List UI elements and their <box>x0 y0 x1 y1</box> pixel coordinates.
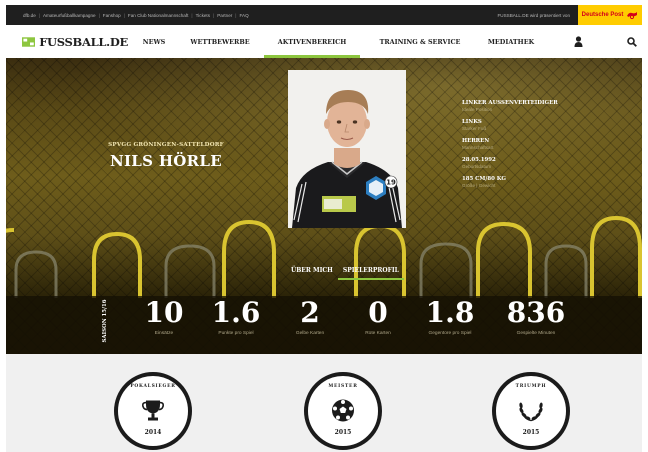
fact-label: Geburtsdatum <box>462 164 492 169</box>
player-name: NILS HÖRLE <box>109 152 222 170</box>
utility-link-campaign[interactable]: Amateurfußballkampagne <box>42 13 97 18</box>
main-navigation: FUSSBALL.DE NEWS WETTBEWERBE AKTIVENBERE… <box>6 25 642 58</box>
achievement-year: 2015 <box>522 429 540 436</box>
fact-value: 185 CM/80 KG <box>462 176 507 182</box>
trophy-icon <box>142 400 164 421</box>
season-label: SAISON 15/16 <box>98 296 112 346</box>
logo-mark-icon <box>22 36 36 47</box>
fact-value: LINKS <box>462 119 482 125</box>
stat-label: Punkte pro Spiel <box>218 331 254 336</box>
utility-bar: dfb.de | Amateurfußballkampagne | Fanshop |… <box>6 5 642 25</box>
nav-item-training-service[interactable]: TRAINING & SERVICE <box>374 25 466 58</box>
stat-value: 1.8 <box>425 296 475 329</box>
fact-value: 28.05.1992 <box>462 157 496 163</box>
fact-label: Ideale Position <box>462 107 493 112</box>
stat-points-per-game: 1.6 Punkte pro Spiel <box>194 296 278 338</box>
stat-goals-against-per-game: 1.8 Gegentore pro Spiel <box>408 296 492 338</box>
laurel-icon <box>519 402 543 422</box>
profile-tabs: ÜBER MICH SPIELERPROFIL <box>286 260 404 280</box>
fact-label: Größe | Gewicht <box>462 183 496 188</box>
player-hero: SPVGG GRÖNINGEN-SATTELDORF NILS HÖRLE 19 <box>6 58 642 354</box>
achievement-year: 2015 <box>334 429 352 436</box>
football-icon <box>332 399 354 422</box>
fact-value: HERREN <box>462 138 490 144</box>
utility-link-faq[interactable]: FAQ <box>239 13 250 18</box>
nav-item-news[interactable]: NEWS <box>134 25 174 58</box>
search-icon[interactable] <box>622 25 642 58</box>
nav-item-wettbewerbe[interactable]: WETTBEWERBE <box>186 25 254 58</box>
utility-link-tickets[interactable]: Tickets <box>195 13 211 18</box>
stat-minutes-played: 836 Gespielte Minuten <box>494 296 578 338</box>
fact-team-type: HERREN Mannschaftsart <box>462 138 632 151</box>
fact-value: LINKER AUSSENVERTEIDIGER <box>462 100 558 106</box>
tab-player-profile[interactable]: SPIELERPROFIL <box>337 260 404 280</box>
player-portrait: 19 <box>288 70 406 228</box>
season-text: SAISON 15/16 <box>102 299 108 343</box>
utility-links: dfb.de | Amateurfußballkampagne | Fanshop |… <box>6 13 250 18</box>
achievement-title: POKALSIEGER <box>130 384 176 389</box>
fact-label: Starker Fuß <box>462 126 487 131</box>
achievements-section: POKALSIEGER 2014 MEISTER 2015 TRIUMPH 20… <box>6 354 642 452</box>
achievement-triumph[interactable]: TRIUMPH 2015 <box>492 372 570 450</box>
stat-label: Gegentore pro Spiel <box>428 331 472 336</box>
fact-size-weight: 185 CM/80 KG Größe | Gewicht <box>462 176 632 189</box>
player-club[interactable]: SPVGG GRÖNINGEN-SATTELDORF <box>81 142 251 148</box>
stat-value: 1.6 <box>211 296 261 329</box>
achievement-champion[interactable]: MEISTER 2015 <box>304 372 382 450</box>
post-horn-icon <box>627 11 638 19</box>
nav-item-mediathek[interactable]: MEDIATHEK <box>482 25 540 58</box>
stat-value: 836 <box>506 296 566 329</box>
player-photo: 19 <box>288 70 406 228</box>
utility-link-fanclub[interactable]: Fan Club Nationalmannschaft <box>127 13 190 18</box>
stat-label: Gespielte Minuten <box>516 331 556 336</box>
sponsor-name: Deutsche Post <box>581 12 624 18</box>
fact-label: Mannschaftsart <box>462 145 494 150</box>
utility-link-partner[interactable]: Partner <box>216 13 233 18</box>
jersey-number: 19 <box>386 179 396 187</box>
fact-foot: LINKS Starker Fuß <box>462 119 632 132</box>
achievement-title: TRIUMPH <box>515 384 547 389</box>
utility-link-fanshop[interactable]: Fanshop <box>102 13 122 18</box>
logo-wordmark: FUSSBALL.DE <box>39 34 128 49</box>
user-icon[interactable] <box>568 25 588 58</box>
achievement-title: MEISTER <box>328 384 358 389</box>
utility-link-dfb[interactable]: dfb.de <box>22 13 37 18</box>
fact-position: LINKER AUSSENVERTEIDIGER Ideale Position <box>462 100 632 113</box>
presented-by-text: FUSSBALL.DE wird präsentiert von <box>497 12 570 18</box>
fact-birthdate: 28.05.1992 Geburtsdatum <box>462 157 632 170</box>
sponsor-logo[interactable]: Deutsche Post <box>578 5 642 25</box>
achievement-year: 2014 <box>144 429 162 436</box>
nav-item-aktivenbereich[interactable]: AKTIVENBEREICH <box>264 25 360 58</box>
site-logo[interactable]: FUSSBALL.DE <box>6 35 128 49</box>
player-facts: LINKER AUSSENVERTEIDIGER Ideale Position… <box>462 100 632 195</box>
tab-about-me[interactable]: ÜBER MICH <box>286 260 338 280</box>
achievement-cup-winner[interactable]: POKALSIEGER 2014 <box>114 372 192 450</box>
